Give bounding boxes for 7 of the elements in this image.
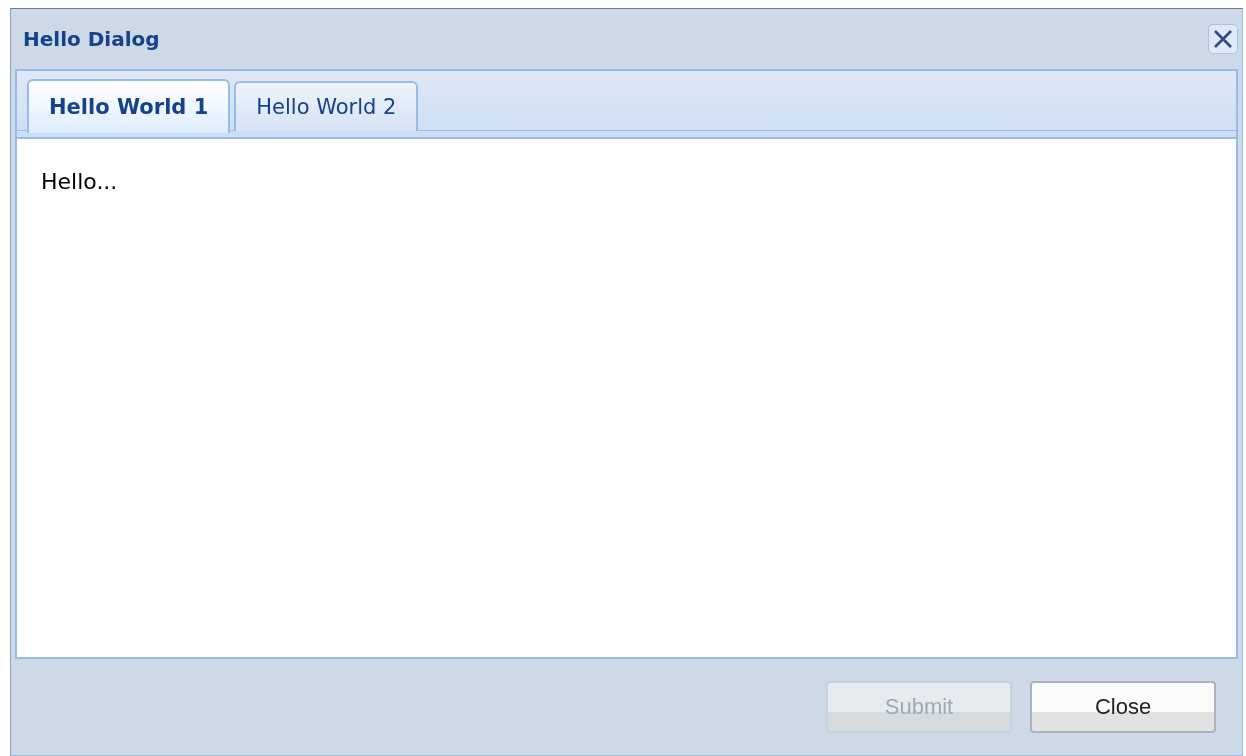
window-title: Hello Dialog <box>23 27 160 51</box>
close-button[interactable] <box>1208 24 1238 54</box>
close-button[interactable]: Close <box>1030 681 1216 733</box>
close-icon <box>1212 28 1234 50</box>
content-text: Hello... <box>41 169 118 194</box>
tab[interactable]: Hello World 2 <box>234 81 419 131</box>
tab[interactable]: Hello World 1 <box>27 79 231 133</box>
